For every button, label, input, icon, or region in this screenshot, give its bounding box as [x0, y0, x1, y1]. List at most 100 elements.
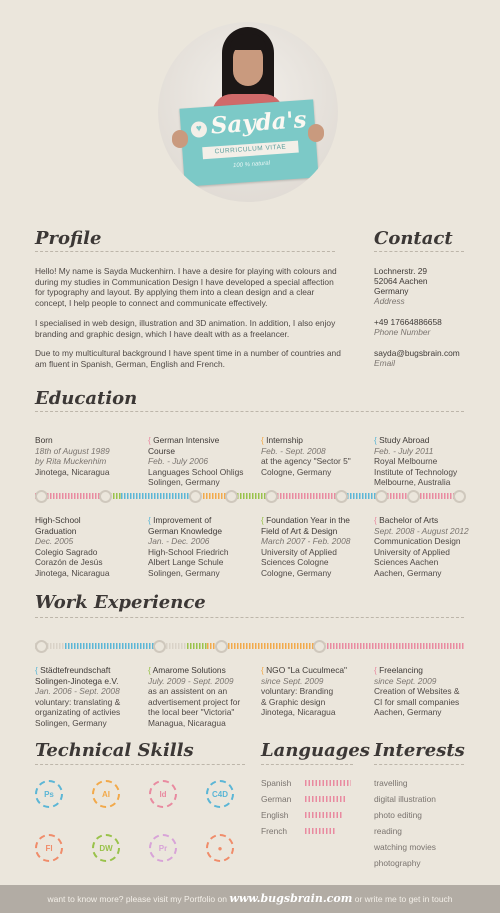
- interests-divider: [374, 764, 464, 765]
- entry-date: since Sept. 2009: [261, 675, 324, 686]
- photoshop-skill-icon: Ps: [35, 780, 63, 808]
- education-entry: Born 18th of August 1989 by Rita Muckenh…: [35, 435, 143, 477]
- illustrator-skill-icon: AI: [92, 780, 120, 808]
- sign-name: Sayda's: [209, 105, 308, 140]
- timeline-dot: [35, 489, 48, 503]
- entry-date: Dec. 2005: [35, 536, 74, 547]
- entry-line: & Graphic design: [261, 696, 326, 707]
- contact-city: 52064 Aachen: [374, 276, 428, 286]
- timeline-dot: [265, 489, 278, 503]
- entry-title: Improvement of: [153, 515, 212, 525]
- timeline-segment: [327, 643, 464, 649]
- flash-skill-icon: Fl: [35, 834, 63, 862]
- entry-title: NGO "La Cuculmeca": [266, 665, 348, 675]
- entry-line: as an assistent on an: [148, 686, 228, 697]
- language-name: English: [261, 810, 289, 820]
- entry-date: since Sept. 2009: [374, 675, 437, 686]
- entry-line: Creation of Websites &: [374, 686, 460, 697]
- timeline-segment: [65, 643, 157, 649]
- premiere-skill-icon: Pr: [149, 834, 177, 862]
- right-hand: [308, 124, 324, 142]
- entry-line: CI for small companies: [374, 696, 460, 707]
- timeline-dot: [189, 489, 202, 503]
- indesign-skill-icon: Id: [149, 780, 177, 808]
- entry-line: Aachen, Germany: [374, 567, 442, 578]
- face: [233, 44, 263, 86]
- interest-item: digital illustration: [374, 794, 436, 804]
- language-level-bar: [305, 812, 343, 818]
- entry-title-2: German Knowledge: [148, 525, 223, 536]
- entry-title: Study Abroad: [379, 435, 430, 445]
- entry-line: Royal Melbourne: [374, 456, 438, 467]
- entry-line: High-School Friedrich: [148, 546, 229, 557]
- work-entry: { NGO "La Cuculmeca" since Sept. 2009 vo…: [261, 665, 371, 718]
- work-entry: { Städtefreundschaft Solingen-Jinotega e…: [35, 665, 145, 729]
- entry-line: Sciences Aachen: [374, 557, 439, 568]
- entry-title: Bachelor of Arts: [379, 515, 439, 525]
- entry-title: High-School: [35, 515, 81, 525]
- entry-date: 18th of August 1989: [35, 445, 110, 456]
- timeline-dot: [453, 489, 466, 503]
- dreamweaver-skill-icon: DW: [92, 834, 120, 862]
- timeline-dot: [215, 639, 228, 653]
- entry-line: Colegio Sagrado: [35, 546, 98, 557]
- work-entry: { Amarome Solutions July. 2009 - Sept. 2…: [148, 665, 258, 729]
- entry-line: by Rita Muckenhim: [35, 456, 107, 467]
- entry-line: Sciences Cologne: [261, 557, 329, 568]
- entry-line: Jinotega, Nicaragua: [35, 567, 110, 578]
- work-title: Work Experience: [35, 592, 206, 613]
- entry-line: Albert Lange Schule: [148, 557, 224, 568]
- interest-item: reading: [374, 826, 402, 836]
- skills-title: Technical Skills: [35, 740, 194, 761]
- timeline-segment: [271, 493, 341, 499]
- work-divider: [35, 617, 464, 618]
- entry-title: Städtefreundschaft: [40, 665, 111, 675]
- entry-title: Amarome Solutions: [152, 665, 226, 675]
- entry-line: Corazón de Jesús: [35, 557, 103, 568]
- languages-title: Languages: [261, 740, 370, 761]
- contact-country: Germany: [374, 286, 409, 296]
- portfolio-link[interactable]: www.bugsbrain.com: [229, 892, 352, 905]
- education-entry: { Internship Feb. - Sept. 2008 at the ag…: [261, 435, 371, 477]
- timeline-dot: [225, 489, 238, 503]
- entry-title: Born: [35, 435, 53, 445]
- bangs: [230, 34, 266, 50]
- timeline-segment: [187, 643, 207, 649]
- work-entry: { Freelancing since Sept. 2009 Creation …: [374, 665, 474, 718]
- entry-line: Managua, Nicaragua: [148, 717, 226, 728]
- entry-line: advertisement project for: [148, 696, 241, 707]
- sign-note: 100 % natural: [232, 160, 271, 170]
- entry-line: Communication Design: [374, 536, 461, 547]
- profile-photo: ♥ Sayda's CURRICULUM VITAE 100 % natural: [158, 22, 338, 202]
- cinema4d-skill-icon: C4D: [206, 780, 234, 808]
- entry-line: organizating of activies: [35, 707, 121, 718]
- entry-title: German Intensive: [153, 435, 220, 445]
- entry-date: March 2007 - Feb. 2008: [261, 536, 351, 547]
- entry-date: Jan. 2006 - Sept. 2008: [35, 686, 120, 697]
- interests-title: Interests: [374, 740, 465, 761]
- entry-line: at the agency "Sector 5": [261, 456, 351, 467]
- entry-title: Foundation Year in the: [266, 515, 350, 525]
- entry-line: the local beer "Victoria": [148, 707, 235, 718]
- entry-line: Jinotega, Nicaragua: [35, 466, 110, 477]
- entry-title-2: Graduation: [35, 525, 77, 536]
- contact-email[interactable]: sayda@bugsbrain.com: [374, 348, 460, 359]
- entry-title: Internship: [266, 435, 303, 445]
- phone-label: Phone Number: [374, 327, 431, 337]
- language-name: French: [261, 826, 288, 836]
- education-timeline: [35, 489, 466, 503]
- language-level-bar: [305, 828, 335, 834]
- profile-paragraph-1: Hello! My name is Sayda Muckenhirn. I ha…: [35, 266, 337, 308]
- apple-skill-icon: ●: [206, 834, 234, 862]
- timeline-dot: [375, 489, 388, 503]
- education-entry: { Foundation Year in the Field of Art & …: [261, 515, 373, 579]
- timeline-segment: [121, 493, 191, 499]
- profile-paragraph-3: Due to my multicultural background I hav…: [35, 348, 341, 369]
- footer-text-before: want to know more? please visit my Portf…: [47, 894, 227, 904]
- entry-line: Jinotega, Nicaragua: [261, 707, 336, 718]
- entry-date: Feb. - July 2011: [374, 445, 434, 456]
- interest-item: photography: [374, 858, 421, 868]
- work-timeline: [35, 639, 464, 653]
- entry-date: Feb. - Sept. 2008: [261, 445, 326, 456]
- entry-line: Solingen, Germany: [148, 477, 220, 488]
